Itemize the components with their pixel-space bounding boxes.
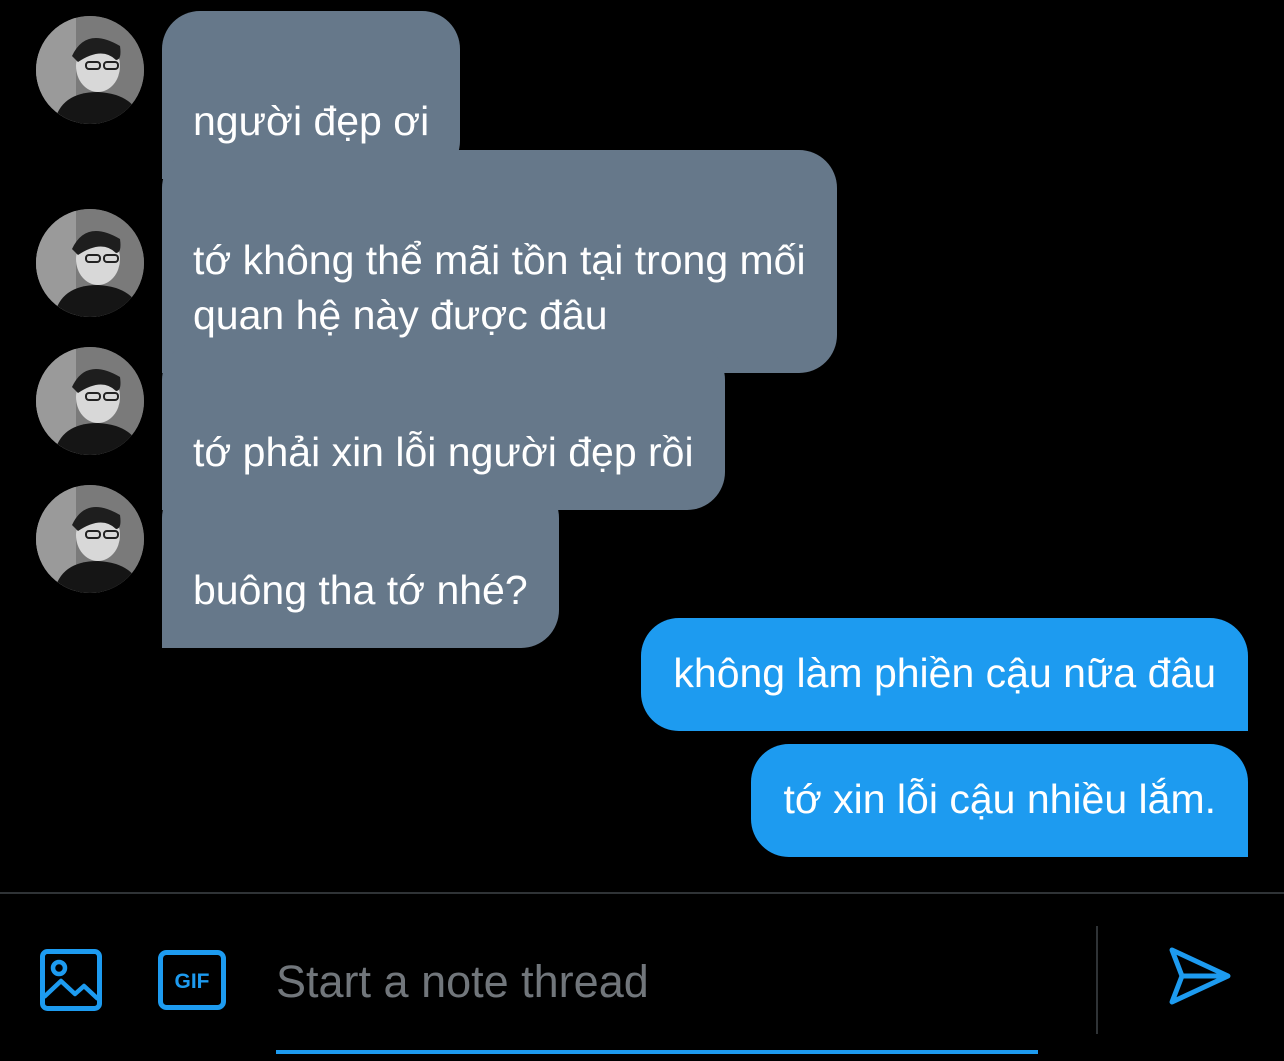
gif-icon[interactable]: GIF: [158, 950, 226, 1010]
send-icon[interactable]: [1168, 946, 1232, 1006]
message-text: tớ phải xin lỗi người đẹp rồi: [193, 429, 694, 475]
message-text: buông tha tớ nhé?: [193, 567, 528, 613]
message-input[interactable]: [276, 934, 1038, 1030]
message-bubble[interactable]: buông tha tớ nhé?: [162, 480, 559, 648]
outgoing-message-bubble[interactable]: không làm phiền cậu nữa đâu: [641, 618, 1248, 731]
avatar[interactable]: [36, 485, 144, 593]
message-text: người đẹp ơi: [193, 98, 430, 144]
avatar-photo: [36, 16, 144, 124]
message-composer: GIF: [0, 894, 1284, 1061]
message-bubble[interactable]: tớ không thể mãi tồn tại trong mối quan …: [162, 150, 837, 373]
avatar-photo: [36, 485, 144, 593]
image-icon[interactable]: [40, 949, 102, 1011]
message-text: không làm phiền cậu nữa đâu: [673, 650, 1216, 696]
message-text: tớ không thể mãi tồn tại trong mối quan …: [193, 237, 806, 338]
outgoing-message-bubble[interactable]: tớ xin lỗi cậu nhiều lắm.: [751, 744, 1248, 857]
avatar[interactable]: [36, 16, 144, 124]
composer-vertical-divider: [1096, 926, 1098, 1034]
avatar-photo: [36, 209, 144, 317]
avatar[interactable]: [36, 347, 144, 455]
avatar[interactable]: [36, 209, 144, 317]
composer-input-wrapper: [276, 934, 1038, 1055]
avatar-photo: [36, 347, 144, 455]
input-focus-underline: [276, 1050, 1038, 1054]
message-text: tớ xin lỗi cậu nhiều lắm.: [783, 776, 1216, 822]
dm-conversation: người đẹp ơi tớ không thể mãi tồn tại tr…: [0, 0, 1284, 1061]
gif-label: GIF: [175, 970, 210, 993]
